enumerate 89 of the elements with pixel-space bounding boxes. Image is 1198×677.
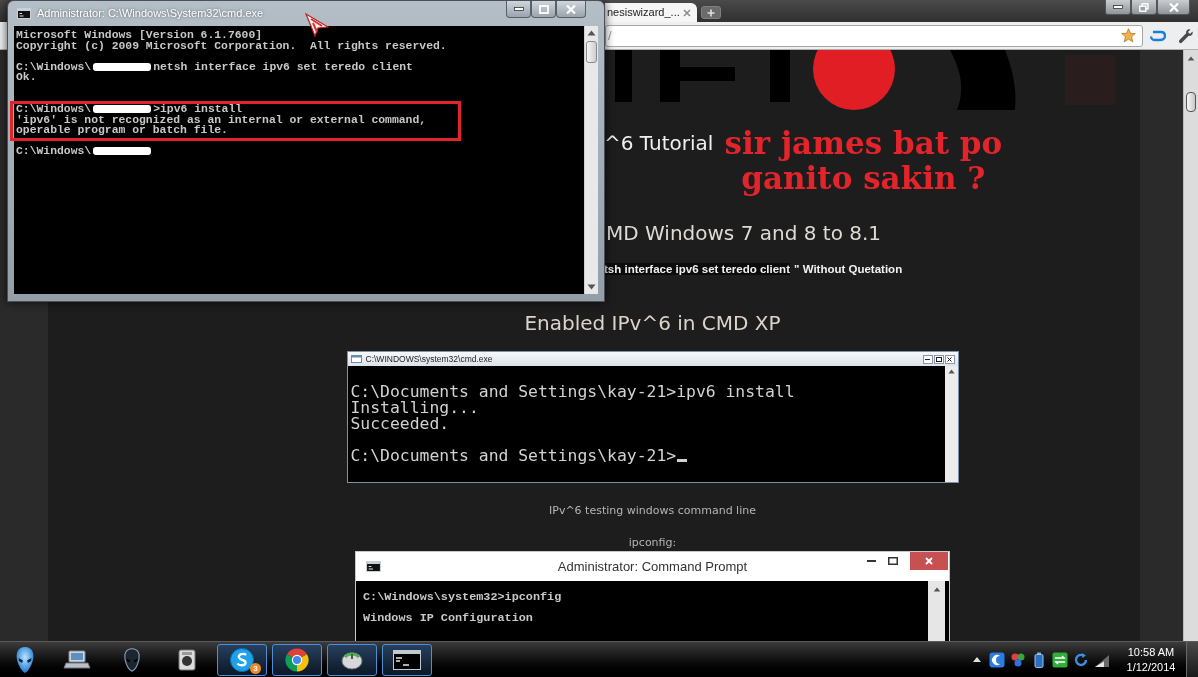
clock-time: 10:58 AM [1127,644,1175,660]
restore-icon [1139,2,1149,12]
minimize-button[interactable] [922,354,933,364]
console-text: C:\Windows\ [16,61,92,73]
console-line: Microsoft Windows [Version 6.1.7600] [16,30,263,41]
maximize-icon [538,4,549,14]
down-arrow-icon[interactable] [587,284,596,290]
cluster-icon[interactable] [1010,651,1026,668]
scrollbar[interactable] [944,366,958,482]
window-title: C:\WINDOWS\system32\cmd.exe [365,352,493,366]
console-text: netsh interface ipv6 set teredo client [153,61,413,73]
maximize-button[interactable] [933,354,944,364]
maximize-button[interactable] [531,1,556,18]
caret-icon[interactable] [973,657,981,662]
console-line: Ok. [16,72,37,83]
restore-button[interactable] [1131,0,1157,15]
console-line: 'ipv6' is not recognized as an internal or external command, [16,114,427,126]
console-line: C:\Documents and Settings\kay-21> [350,448,677,464]
up-arrow-icon[interactable] [1187,56,1195,61]
window-title: Administrator: C:\Windows\System32\cmd.exe [37,6,264,22]
battery-icon[interactable] [1031,651,1047,668]
close-icon [947,356,952,362]
plus-icon [707,8,715,17]
text-cursor [677,459,688,462]
device-icon [177,647,197,672]
heading-text: ^6 Tutorial [604,131,714,155]
new-tab-button[interactable] [701,6,721,19]
maximize-icon [888,557,898,565]
browser-tab[interactable]: nesiswizard_... [605,3,697,22]
taskbar-button[interactable]: 3 [217,643,267,676]
console-line: operable program or batch file. [16,125,228,136]
console-line: C:\Documents and Settings\kay-21>ipv6 install [350,384,795,400]
window-icon [350,355,362,363]
caption-text: ipconfig: [628,536,677,550]
maximize-icon [935,356,942,362]
wrench-icon[interactable] [1178,27,1194,44]
console-line: Succeeded. [350,416,450,432]
color-wheel-icon [284,646,310,673]
console-line: Installing... [350,400,479,416]
clock-date: 1/12/2014 [1126,659,1176,675]
console-line: Windows IP Configuration [363,612,533,624]
minimize-button[interactable] [1105,0,1131,15]
laptop-icon [63,647,91,672]
close-button[interactable] [556,1,586,18]
notification-badge: 3 [250,662,261,674]
instruction-text: tsh interface ipv6 set teredo client " Without Quetation [604,262,903,277]
console-line: Copyright (c) 2009 Microsoft Corporation. All rights reserved. [16,40,447,52]
minimize-icon [866,560,876,562]
minimize-icon [1113,5,1123,9]
show-desktop-button[interactable] [1186,642,1198,677]
scrollbar[interactable] [584,26,598,294]
window-title: Administrator: Command Prompt [557,557,748,576]
close-button[interactable] [1157,0,1190,15]
heading-text: MD Windows 7 and 8 to 8.1 [606,221,882,245]
minimize-button[interactable] [506,1,531,18]
console-text: C:\Windows\ [16,103,92,115]
sync-icon[interactable] [1052,651,1068,668]
console-text: >ipv6 install [153,103,243,115]
heading-text: Enabled IPv^6 in CMD XP [524,311,781,335]
scrollbar[interactable] [1183,50,1198,641]
console-line: C:\Windows\system32>ipconfig [363,591,562,603]
crescent-tile-icon[interactable] [989,651,1005,668]
star-icon[interactable] [1121,28,1137,43]
annotation-text: sir james bat po ganito sakin ? [723,126,1004,196]
scrollbar-thumb[interactable] [586,41,597,63]
close-button[interactable] [944,354,955,364]
close-icon [925,557,933,565]
refresh-icon[interactable] [1073,651,1089,668]
scrollbar-thumb[interactable] [1186,92,1196,112]
taskbar-button[interactable] [382,643,432,676]
up-arrow-icon[interactable] [587,30,596,36]
terminal-icon [17,8,31,19]
chat-icon [229,646,255,673]
taskbar-button[interactable] [327,643,377,676]
console-text: C:\Windows\ [16,145,92,157]
caption-text: IPv^6 testing windows command line [549,504,756,518]
close-icon [1168,2,1179,12]
pointer-icon [305,13,329,37]
terminal-icon [366,561,381,572]
up-arrow-icon[interactable] [947,369,955,374]
close-icon [566,4,576,14]
minimize-icon [513,7,524,11]
terminal-icon [393,649,421,670]
minimize-icon [925,358,930,360]
address-bar[interactable]: / [605,24,1144,47]
close-icon[interactable] [683,8,691,17]
loop-icon[interactable] [1150,29,1167,42]
taskbar-button[interactable] [272,643,322,676]
up-arrow-icon[interactable] [932,587,941,592]
